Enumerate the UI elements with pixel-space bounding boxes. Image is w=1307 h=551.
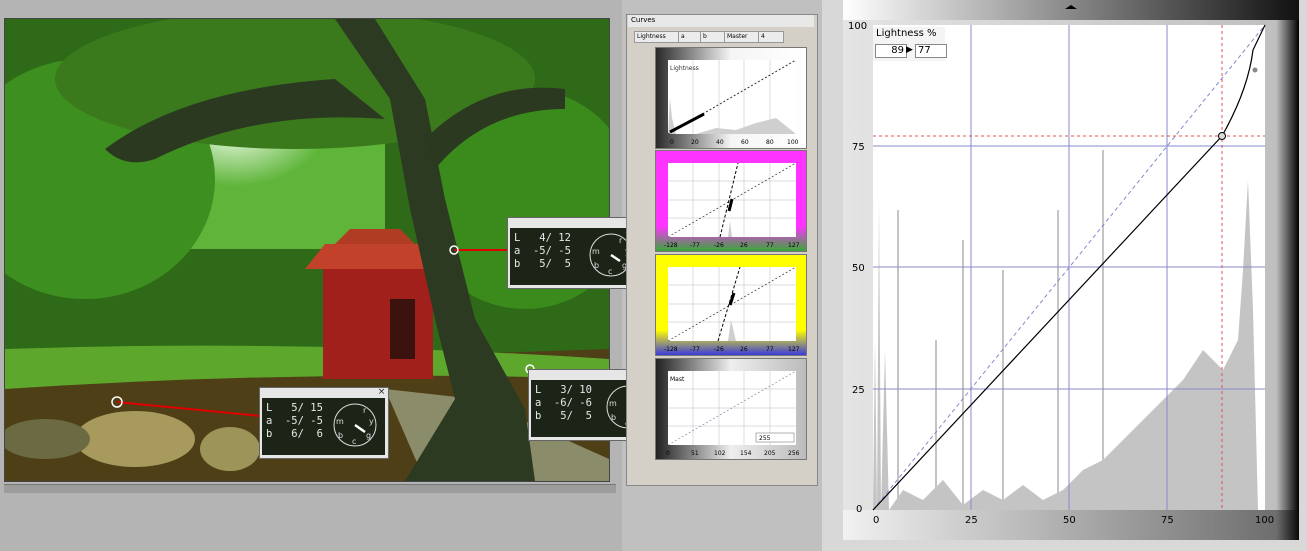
tick: 256 xyxy=(788,450,800,457)
value-b: 6/ 6 xyxy=(291,428,323,440)
tick: 205 xyxy=(764,450,776,457)
tick: 0 xyxy=(670,139,674,146)
clock-letter-y: y xyxy=(369,417,374,426)
big-curve-top-bar xyxy=(843,0,1299,20)
value-b: 5/ 5 xyxy=(560,410,592,422)
tick: 40 xyxy=(716,139,724,146)
color-readout-3[interactable]: × L 5/ 15 a -5/ -5 b 6/ 6 r y g c b m xyxy=(259,387,389,459)
label-l: L xyxy=(514,232,521,244)
value-l: 4/ 12 xyxy=(539,232,571,244)
y-tick-25: 25 xyxy=(852,385,865,396)
clock-letter-m: m xyxy=(336,417,344,426)
curve-label: Lightness xyxy=(670,65,699,72)
panel-title: Curves xyxy=(631,16,656,24)
close-icon[interactable]: × xyxy=(377,388,386,397)
label-l: L xyxy=(535,384,542,396)
y-tick-50: 50 xyxy=(852,263,865,274)
color-readout-1[interactable]: × L 4/ 12 a -5/ -5 b 5/ 5 r y g c b m xyxy=(507,217,637,289)
tick: 0 xyxy=(666,450,670,457)
value-a: -6/ -6 xyxy=(553,397,592,409)
clock-letter-b: b xyxy=(594,261,599,270)
tick: 127 xyxy=(788,346,800,353)
tick: -26 xyxy=(714,346,724,353)
lightness-label: Lightness % xyxy=(876,28,937,39)
value-b: 5/ 5 xyxy=(539,258,571,270)
tick: -26 xyxy=(714,242,724,249)
a-channel-mini-curve[interactable]: -128 -77 -26 26 77 127 xyxy=(655,150,807,252)
tick: 60 xyxy=(741,139,749,146)
label-a: a xyxy=(514,245,521,257)
x-tick-0: 0 xyxy=(873,515,879,526)
tab-lightness[interactable]: Lightness xyxy=(634,31,680,43)
lightness-value-box: Lightness % 89 ▶ 77 xyxy=(873,27,947,61)
hue-clock-icon: r y g c b m xyxy=(333,403,377,447)
value-a: -5/ -5 xyxy=(532,245,571,257)
x-tick-100: 100 xyxy=(1255,515,1274,526)
label-b: b xyxy=(266,428,273,440)
tick: 154 xyxy=(740,450,752,457)
output-value-field[interactable]: 77 xyxy=(915,44,947,58)
tab-4[interactable]: 4 xyxy=(758,31,784,43)
arrow-right-icon: ▶ xyxy=(906,45,913,55)
tick: -77 xyxy=(690,346,700,353)
label-a: a xyxy=(535,397,542,409)
input-value-field[interactable]: 89 xyxy=(875,44,907,58)
lightness-mini-curve[interactable]: Lightness 0 20 40 60 80 100 xyxy=(655,47,807,149)
label-b: b xyxy=(535,410,542,422)
tick: -128 xyxy=(664,346,678,353)
curves-title-bar: Curves xyxy=(628,15,814,27)
tick: 102 xyxy=(714,450,726,457)
clock-letter-g: g xyxy=(366,431,371,440)
value-l: 5/ 15 xyxy=(291,402,323,414)
clock-letter-m: m xyxy=(592,247,600,256)
x-tick-50: 50 xyxy=(1063,515,1076,526)
tick: 51 xyxy=(691,450,699,457)
y-tick-75: 75 xyxy=(852,142,865,153)
tab-a[interactable]: a xyxy=(678,31,702,43)
b-channel-mini-curve[interactable]: -128 -77 -26 26 77 127 xyxy=(655,254,807,356)
tick: 127 xyxy=(788,242,800,249)
curve-label: Mast xyxy=(670,376,685,383)
value-l: 3/ 10 xyxy=(560,384,592,396)
tab-b[interactable]: b xyxy=(700,31,726,43)
tick: 80 xyxy=(766,139,774,146)
tick: 100 xyxy=(787,139,799,146)
tick: 77 xyxy=(766,346,774,353)
tick: 26 xyxy=(740,346,748,353)
label-a: a xyxy=(266,415,273,427)
clock-letter-c: c xyxy=(352,437,356,446)
label-b: b xyxy=(514,258,521,270)
master-mini-curve[interactable]: Mast 255 0 51 102 154 205 256 xyxy=(655,358,807,460)
lightness-curve-chart[interactable]: 100 75 50 25 0 0 25 50 75 100 xyxy=(843,20,1299,540)
clock-letter-b: b xyxy=(611,413,616,422)
horizontal-scrollbar[interactable] xyxy=(4,484,616,493)
master-input-field: 255 xyxy=(759,435,771,442)
y-tick-0: 0 xyxy=(856,504,862,515)
clock-letter-c: c xyxy=(608,267,612,276)
tick: 20 xyxy=(691,139,699,146)
tick: -128 xyxy=(664,242,678,249)
clock-letter-b: b xyxy=(338,431,343,440)
value-a: -5/ -5 xyxy=(284,415,323,427)
tick: 77 xyxy=(766,242,774,249)
tick: -77 xyxy=(690,242,700,249)
tick: 26 xyxy=(740,242,748,249)
tab-master[interactable]: Master xyxy=(724,31,760,43)
clock-letter-m: m xyxy=(609,399,617,408)
x-tick-75: 75 xyxy=(1161,515,1174,526)
x-tick-25: 25 xyxy=(965,515,978,526)
label-l: L xyxy=(266,402,273,414)
y-tick-100: 100 xyxy=(848,21,867,32)
